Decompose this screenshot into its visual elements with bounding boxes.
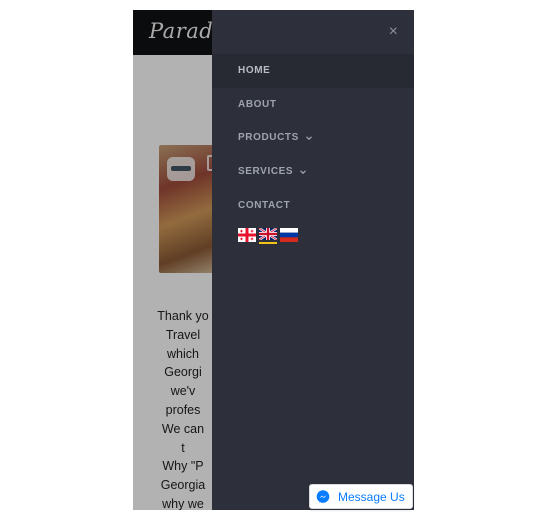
text-line: Travel (165, 327, 201, 342)
nav-item-home[interactable]: HOME (212, 54, 414, 88)
nav-item-label: PRODUCTS (238, 132, 299, 144)
text-line: Thank yo (157, 309, 209, 323)
georgia-flag-icon[interactable] (238, 228, 256, 242)
text-line: why we (162, 496, 204, 510)
messenger-icon (316, 489, 330, 503)
mobile-nav-drawer: × HOME ABOUT PRODUCTS SERVICES CONTACT (212, 10, 414, 510)
nav-item-label: ABOUT (238, 98, 277, 110)
chevron-down-icon[interactable] (299, 168, 307, 176)
text-line: profes (165, 402, 201, 417)
uk-flag-icon[interactable] (259, 228, 277, 244)
text-line: We can (161, 421, 205, 436)
text-line: Why "P (162, 459, 204, 474)
image-badge (167, 157, 195, 181)
text-line: we'v (170, 384, 196, 399)
text-line: Georgia (160, 478, 206, 493)
food-image (159, 145, 219, 273)
nav-item-about[interactable]: ABOUT (212, 88, 414, 122)
text-line: Georgi (164, 365, 202, 380)
close-icon[interactable]: × (389, 24, 398, 40)
nav-item-label: SERVICES (238, 166, 294, 178)
text-line: which (167, 346, 199, 361)
mobile-viewport: Paradi Thank yo Travel which Georgi we'v… (133, 10, 414, 510)
nav-item-label: CONTACT (238, 199, 291, 211)
nav-item-label: HOME (238, 65, 271, 77)
nav-item-products[interactable]: PRODUCTS (212, 121, 414, 155)
text-line: t (181, 440, 185, 455)
russia-flag-icon[interactable] (280, 228, 298, 242)
nav-item-services[interactable]: SERVICES (212, 155, 414, 189)
message-us-button[interactable]: Message Us (309, 484, 413, 509)
site-logo[interactable]: Paradi (149, 19, 220, 43)
language-switcher (238, 228, 298, 244)
message-us-label: Message Us (338, 489, 405, 504)
nav-item-contact[interactable]: CONTACT (212, 188, 414, 222)
chevron-down-icon[interactable] (305, 134, 313, 142)
intro-text: Thank yo Travel which Georgi we'v profes… (151, 307, 215, 510)
nav-menu: HOME ABOUT PRODUCTS SERVICES CONTACT (212, 54, 414, 222)
